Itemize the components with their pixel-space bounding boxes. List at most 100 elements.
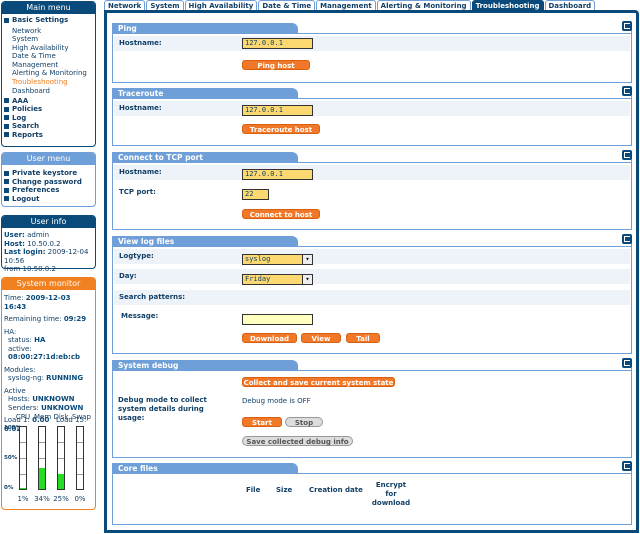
label: Day:	[119, 272, 137, 280]
traceroute-host-button[interactable]: Traceroute host	[242, 124, 320, 134]
column-header: Size	[276, 486, 293, 494]
label: Message:	[121, 312, 159, 320]
ping-hostname-input[interactable]: 127.0.0.1	[242, 38, 313, 49]
help-icon[interactable]	[622, 150, 632, 160]
selected-value: syslog	[245, 255, 271, 263]
help-icon[interactable]	[622, 21, 632, 31]
user-menu-preferences[interactable]: Preferences	[2, 186, 95, 195]
user-info-title: User info	[2, 216, 95, 228]
hosts-value: UNKNOWN	[32, 395, 75, 403]
section-title: System debug	[112, 360, 298, 371]
menu-item-high-availability[interactable]: High Availability	[2, 44, 95, 53]
user-info: User info User: admin Host: 10.50.0.2 La…	[1, 215, 96, 273]
gauge-fill	[39, 467, 45, 489]
expand-icon	[4, 123, 9, 129]
label: syslog-ng:	[8, 374, 44, 382]
collapse-icon	[4, 17, 9, 23]
menu-label: Log	[12, 113, 27, 122]
menu-label: Change password	[12, 177, 82, 186]
label: Remaining time:	[4, 315, 62, 323]
user-menu-private-keystore[interactable]: Private keystore	[2, 169, 95, 178]
menu-reports[interactable]: Reports	[2, 130, 95, 139]
senders-value: UNKNOWN	[41, 403, 84, 412]
system-monitor: System monitor Time: 2009-12-03 16:43 Re…	[1, 277, 96, 510]
log-files-section: View log files Logtype: syslog Day: Friday…	[112, 234, 632, 354]
menu-item-troubleshooting[interactable]: Troubleshooting	[2, 78, 95, 87]
help-icon[interactable]	[622, 234, 632, 244]
message-input[interactable]	[242, 314, 313, 325]
label: Last login:	[4, 248, 46, 256]
save-debug-button[interactable]: Save collected debug info	[242, 436, 353, 446]
bullet-icon	[4, 187, 9, 193]
menu-label: Preferences	[12, 186, 60, 195]
label: Search patterns:	[119, 293, 186, 301]
host-value: 10.50.0.2	[27, 239, 61, 248]
label: TCP port:	[119, 188, 156, 196]
label: Logtype:	[119, 252, 154, 260]
section-title: Connect to TCP port	[112, 152, 298, 163]
menu-policies[interactable]: Policies	[2, 105, 95, 114]
bullet-icon	[4, 170, 9, 176]
section-title: Traceroute	[112, 88, 298, 99]
expand-icon	[4, 115, 9, 120]
collect-state-button[interactable]: Collect and save current system state in	[242, 377, 395, 397]
section-title: View log files	[112, 236, 298, 247]
help-icon[interactable]	[622, 358, 632, 368]
start-button[interactable]: Start	[242, 417, 282, 427]
tcp-hostname-input[interactable]: 127.0.0.1	[242, 169, 313, 180]
help-icon[interactable]	[622, 86, 632, 96]
syslog-status: RUNNING	[46, 374, 84, 382]
logtype-select[interactable]: syslog	[242, 254, 313, 265]
gauge-bar-disk	[57, 426, 65, 490]
bullet-icon	[4, 179, 9, 185]
menu-item-management[interactable]: Management	[2, 61, 95, 70]
label: active:	[8, 344, 32, 353]
section-title: Core files	[112, 463, 298, 474]
login-from: from 10.50.0.2	[4, 265, 56, 273]
core-files-section: Core files File Size Creation date Encry…	[112, 461, 632, 525]
gauge-name: Swap	[72, 413, 91, 421]
gauge-bar-swap	[76, 426, 84, 490]
menu-item-system[interactable]: System	[2, 35, 95, 44]
menu-label: Private keystore	[12, 169, 78, 178]
help-icon[interactable]	[622, 461, 632, 471]
debug-status: Debug mode is OFF	[242, 397, 311, 405]
menu-basic-settings[interactable]: Basic Settings	[2, 16, 95, 25]
menu-label: Reports	[12, 130, 43, 139]
menu-item-dashboard[interactable]: Dashboard	[2, 87, 95, 96]
traceroute-hostname-input[interactable]: 127.0.0.1	[242, 105, 313, 116]
menu-log[interactable]: Log	[2, 113, 95, 122]
column-header: Creation date	[309, 486, 363, 494]
label: User:	[4, 231, 25, 239]
tcp-port-input[interactable]: 22	[242, 189, 269, 200]
expand-icon	[4, 106, 9, 112]
menu-aaa[interactable]: AAA	[2, 96, 95, 105]
ping-host-button[interactable]: Ping host	[242, 60, 310, 70]
selected-value: Friday	[245, 275, 271, 283]
user-menu-change-password[interactable]: Change password	[2, 178, 95, 187]
user-menu-logout[interactable]: Logout	[2, 195, 95, 204]
gauge-bar-mem	[38, 426, 46, 490]
menu-search[interactable]: Search	[2, 122, 95, 131]
tail-button[interactable]: Tail	[346, 333, 380, 343]
expand-icon	[4, 132, 9, 137]
user-menu-title: User menu	[2, 153, 95, 165]
connect-host-button[interactable]: Connect to host	[242, 209, 320, 219]
day-select[interactable]: Friday	[242, 274, 313, 285]
gauge-name: Disk	[53, 413, 69, 421]
menu-item-network[interactable]: Network	[2, 27, 95, 36]
tcp-section: Connect to TCP port Hostname: 127.0.0.1 T…	[112, 150, 632, 230]
column-header: File	[246, 486, 261, 494]
stop-button[interactable]: Stop	[285, 417, 323, 427]
menu-item-date-time[interactable]: Date & Time	[2, 52, 95, 61]
menu-item-alerting-monitoring[interactable]: Alerting & Monitoring	[2, 69, 95, 78]
scale-label: 0%	[4, 485, 14, 491]
label: Senders:	[8, 403, 39, 412]
gauge-value: 0%	[74, 495, 86, 503]
download-button[interactable]: Download	[242, 333, 297, 343]
bullet-icon	[4, 196, 9, 202]
gauge-value: 1%	[17, 495, 29, 503]
label: HA:	[4, 327, 17, 336]
label: status:	[8, 336, 32, 344]
view-button[interactable]: View	[301, 333, 341, 343]
